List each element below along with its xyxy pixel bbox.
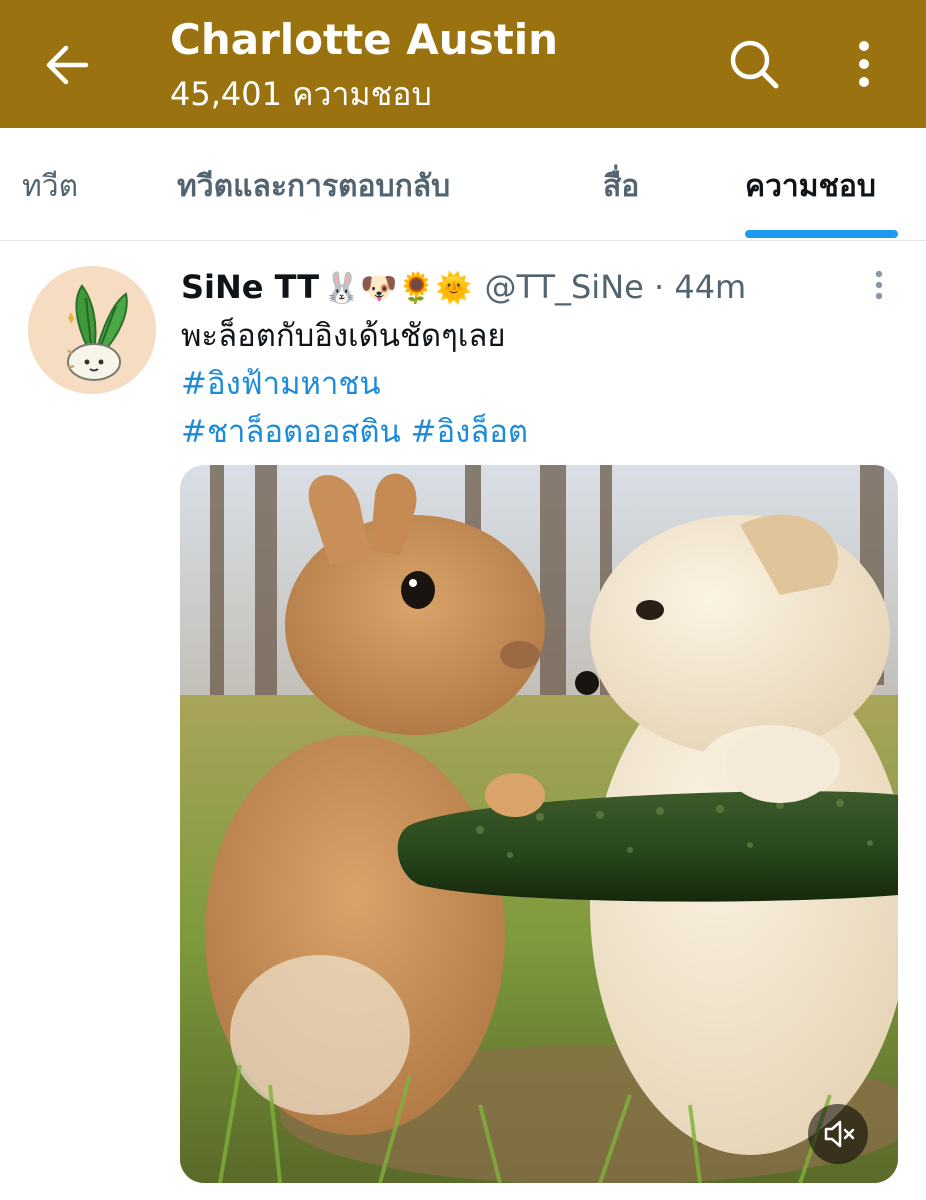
profile-tabs: ทวีต ทวีตและการตอบกลับ สื่อ ความชอบ <box>0 128 926 241</box>
tweet-author-handle[interactable]: @TT_SiNe <box>484 268 643 306</box>
speaker-muted-icon <box>824 1120 855 1148</box>
active-tab-indicator <box>745 230 898 238</box>
tab-media[interactable]: สื่อ <box>603 128 639 240</box>
tweet-body: พะล็อตกับอิงเด้นชัดๆเลย #อิงฟ้ามหาชน #ชา… <box>181 312 528 456</box>
tweet-text: พะล็อตกับอิงเด้นชัดๆเลย <box>181 318 506 354</box>
back-button[interactable] <box>40 38 94 92</box>
arrow-left-icon <box>46 45 89 85</box>
search-icon <box>730 40 779 89</box>
tab-tweets[interactable]: ทวีต <box>22 128 78 240</box>
hashtag-link[interactable]: #อิงฟ้ามหาชน <box>181 366 381 402</box>
tab-likes[interactable]: ความชอบ <box>745 128 876 240</box>
avatar-image <box>28 266 156 394</box>
hashtag-link[interactable]: #อิงล็อต <box>411 414 528 450</box>
profile-name: Charlotte Austin <box>170 15 559 64</box>
hashtag-link[interactable]: #ชาล็อตออสติน <box>181 414 401 450</box>
video-frame <box>180 465 898 1183</box>
tweet-more-button[interactable] <box>866 266 892 306</box>
author-name-emojis: 🐰🐶🌻🌞 <box>323 271 473 306</box>
more-options-button[interactable] <box>842 34 886 94</box>
tweet-author-name[interactable]: SiNe TT <box>181 268 319 306</box>
tweet-timestamp[interactable]: · 44m <box>644 268 746 306</box>
profile-header: Charlotte Austin 45,401 ความชอบ <box>0 0 926 128</box>
more-vertical-icon <box>875 270 883 300</box>
more-vertical-icon <box>859 41 869 87</box>
tweet-header: SiNe TT 🐰🐶🌻🌞 @TT_SiNe · 44m <box>181 262 746 312</box>
likes-count: 45,401 ความชอบ <box>170 75 432 113</box>
tab-tweets-and-replies[interactable]: ทวีตและการตอบกลับ <box>177 128 450 240</box>
tweet-video[interactable] <box>180 465 898 1183</box>
mute-toggle-button[interactable] <box>808 1104 868 1164</box>
avatar[interactable] <box>28 266 156 394</box>
search-button[interactable] <box>724 34 784 94</box>
